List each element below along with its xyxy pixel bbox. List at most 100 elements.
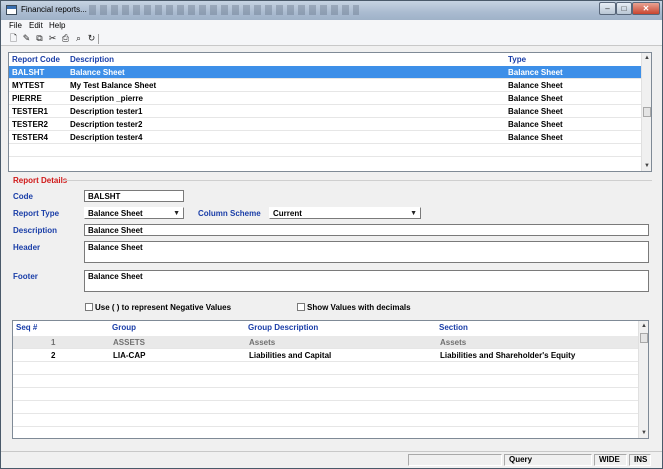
- title-bar-glass-reflection: [89, 5, 359, 15]
- cut-button[interactable]: ✂: [47, 33, 58, 44]
- table-row[interactable]: 2 LIA-CAP Liabilities and Capital Liabil…: [13, 349, 639, 362]
- footer-textarea[interactable]: Balance Sheet: [84, 270, 649, 292]
- print-icon: ⎙: [61, 33, 70, 43]
- table-row[interactable]: PIERRE Description _pierre Balance Sheet: [9, 92, 641, 105]
- table-row[interactable]: [13, 401, 639, 414]
- report-details-title: Report Details: [13, 176, 68, 185]
- refresh-button[interactable]: ↻: [86, 33, 97, 44]
- type-cell: Balance Sheet: [508, 94, 563, 103]
- negative-values-checkbox[interactable]: [85, 303, 93, 311]
- new-document-icon: 🗋: [9, 33, 18, 43]
- column-header-description[interactable]: Description: [70, 55, 114, 64]
- decimals-label[interactable]: Show Values with decimals: [307, 303, 411, 312]
- type-cell: Balance Sheet: [508, 120, 563, 129]
- seq-cell: 2: [51, 351, 56, 360]
- type-cell: Balance Sheet: [508, 81, 563, 90]
- code-label: Code: [13, 192, 33, 201]
- description-cell: Description tester4: [70, 133, 143, 142]
- table-row[interactable]: MYTEST My Test Balance Sheet Balance She…: [9, 79, 641, 92]
- column-header-group-description[interactable]: Group Description: [248, 323, 318, 332]
- menu-bar: File Edit Help: [1, 20, 662, 32]
- new-button[interactable]: 🗋: [8, 33, 19, 44]
- chevron-down-icon: ▼: [173, 210, 180, 217]
- title-bar[interactable]: Financial reports... – □ ✕: [1, 1, 662, 20]
- type-cell: Balance Sheet: [508, 133, 563, 142]
- column-header-section[interactable]: Section: [439, 323, 468, 332]
- description-cell: Description tester2: [70, 120, 143, 129]
- column-scheme-select[interactable]: Current ▼: [269, 207, 421, 219]
- report-type-label: Report Type: [13, 209, 60, 218]
- window-title: Financial reports...: [21, 5, 87, 14]
- table-row[interactable]: BALSHT Balance Sheet Balance Sheet: [9, 66, 641, 79]
- group-description-cell: Liabilities and Capital: [249, 351, 332, 360]
- menu-edit[interactable]: Edit: [29, 21, 43, 30]
- column-header-seq[interactable]: Seq #: [16, 323, 37, 332]
- cut-icon: ✂: [48, 33, 57, 43]
- seq-cell: 1: [51, 338, 56, 347]
- scrollbar-thumb[interactable]: [640, 333, 648, 343]
- negative-values-label[interactable]: Use ( ) to represent Negative Values: [95, 303, 231, 312]
- menu-file[interactable]: File: [9, 21, 22, 30]
- description-cell: Description _pierre: [70, 94, 143, 103]
- type-cell: Balance Sheet: [508, 68, 563, 77]
- scrollbar-thumb[interactable]: [643, 107, 651, 117]
- table-row[interactable]: [13, 414, 639, 427]
- code-field[interactable]: BALSHT: [84, 190, 184, 202]
- refresh-icon: ↻: [87, 33, 96, 43]
- report-code-cell: TESTER1: [12, 107, 49, 116]
- group-cell: LIA-CAP: [113, 351, 146, 360]
- scroll-down-icon[interactable]: ▼: [640, 429, 648, 437]
- status-bar: Query WIDE INS: [1, 451, 662, 468]
- type-cell: Balance Sheet: [508, 107, 563, 116]
- group-description-cell: Assets: [249, 338, 276, 347]
- column-header-report-code[interactable]: Report Code: [12, 55, 60, 64]
- edit-button[interactable]: ✎: [21, 33, 32, 44]
- column-header-type[interactable]: Type: [508, 55, 526, 64]
- table-row[interactable]: TESTER4 Description tester4 Balance Shee…: [9, 131, 641, 144]
- close-button[interactable]: ✕: [632, 2, 660, 15]
- toolbar-separator: [98, 34, 99, 44]
- minimize-button[interactable]: –: [599, 2, 616, 15]
- header-label: Header: [13, 243, 41, 252]
- table-row[interactable]: [9, 144, 641, 157]
- copy-button[interactable]: ⧉: [34, 33, 45, 44]
- status-panel-empty: [408, 454, 502, 466]
- description-cell: Balance Sheet: [70, 68, 125, 77]
- report-code-cell: PIERRE: [12, 94, 42, 103]
- menu-help[interactable]: Help: [49, 21, 65, 30]
- decimals-checkbox[interactable]: [297, 303, 305, 311]
- groups-grid: Seq # Group Group Description Section 1 …: [12, 320, 649, 439]
- status-insert: INS: [629, 454, 651, 466]
- report-code-cell: BALSHT: [12, 68, 45, 77]
- scroll-down-icon[interactable]: ▼: [643, 162, 651, 170]
- chevron-down-icon: ▼: [410, 210, 417, 217]
- table-row[interactable]: [13, 362, 639, 375]
- description-field[interactable]: Balance Sheet: [84, 224, 649, 236]
- scroll-up-icon[interactable]: ▲: [640, 322, 648, 330]
- maximize-button[interactable]: □: [616, 2, 632, 15]
- section-cell: Liabilities and Shareholder's Equity: [440, 351, 576, 360]
- print-button[interactable]: ⎙: [60, 33, 71, 44]
- scroll-up-icon[interactable]: ▲: [643, 54, 651, 62]
- groups-grid-scrollbar[interactable]: ▲ ▼: [638, 321, 648, 438]
- print-preview-button[interactable]: ⌕: [73, 33, 84, 44]
- column-scheme-label: Column Scheme: [198, 209, 261, 218]
- reports-grid-scrollbar[interactable]: ▲ ▼: [641, 53, 651, 171]
- print-preview-icon: ⌕: [75, 33, 82, 43]
- copy-icon: ⧉: [36, 33, 43, 43]
- footer-label: Footer: [13, 272, 38, 281]
- table-row[interactable]: [13, 375, 639, 388]
- column-header-group[interactable]: Group: [112, 323, 136, 332]
- section-cell: Assets: [440, 338, 467, 347]
- table-row[interactable]: TESTER2 Description tester2 Balance Shee…: [9, 118, 641, 131]
- report-code-cell: TESTER4: [12, 133, 49, 142]
- table-row[interactable]: [13, 388, 639, 401]
- report-code-cell: MYTEST: [12, 81, 45, 90]
- app-icon[interactable]: [6, 5, 17, 15]
- report-type-select[interactable]: Balance Sheet ▼: [84, 207, 184, 219]
- table-row[interactable]: TESTER1 Description tester1 Balance Shee…: [9, 105, 641, 118]
- header-textarea[interactable]: Balance Sheet: [84, 241, 649, 263]
- description-label: Description: [13, 226, 58, 235]
- reports-grid: Report Code Description Type BALSHT Bala…: [8, 52, 652, 172]
- table-row[interactable]: 1 ASSETS Assets Assets: [13, 336, 639, 349]
